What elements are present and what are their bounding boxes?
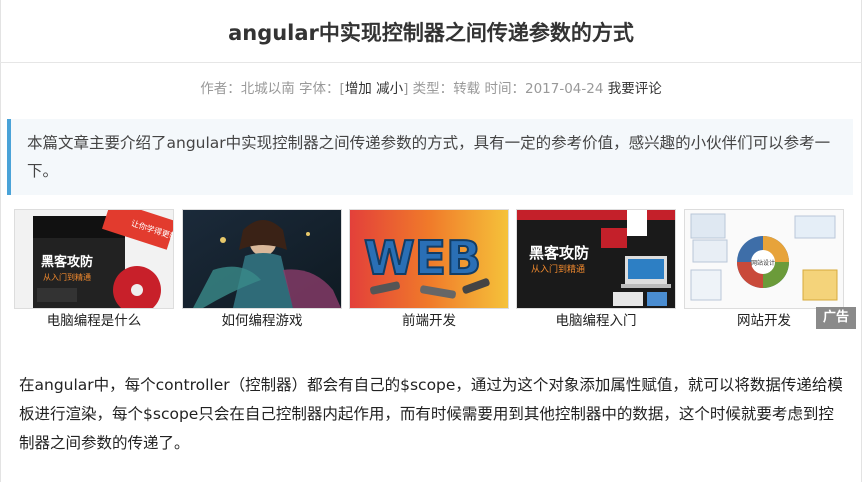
article-meta: 作者：北城以南 字体：[增加 减小] 类型：转载 时间：2017-04-24 我… bbox=[0, 77, 862, 97]
time-label: 时间： bbox=[480, 81, 525, 97]
ad-item[interactable]: 黑客攻防 从入门到精通 电脑编程入门 bbox=[516, 209, 676, 331]
ad-thumbnail-image[interactable]: 让你学得更轻松 黑客攻防 从入门到精通 bbox=[14, 209, 174, 309]
ad-thumbnail-image[interactable]: 黑客攻防 从入门到精通 bbox=[516, 209, 676, 309]
web-3d-text-image: WEB bbox=[350, 210, 508, 308]
ad-caption[interactable]: 如何编程游戏 bbox=[182, 311, 342, 331]
ad-thumbnail-image[interactable]: WEB bbox=[349, 209, 509, 309]
ad-caption[interactable]: 电脑编程入门 bbox=[516, 311, 676, 331]
font-label: 字体：[ bbox=[294, 81, 345, 97]
type-label: 类型： bbox=[408, 81, 454, 97]
publish-date: 2017-04-24 bbox=[524, 81, 604, 97]
ad-item[interactable]: WEB 前端开发 bbox=[349, 209, 509, 331]
font-decrease-link[interactable]: 减小 bbox=[376, 81, 403, 97]
ad-thumbnail-image[interactable] bbox=[182, 209, 342, 309]
hacker-book-image: 黑客攻防 从入门到精通 bbox=[517, 210, 675, 308]
article-type: 转载 bbox=[453, 81, 481, 97]
game-character-image bbox=[183, 210, 341, 308]
author-label: 作者： bbox=[200, 81, 241, 97]
book-cover-image: 让你学得更轻松 黑客攻防 从入门到精通 bbox=[15, 210, 173, 308]
diagram-center-text: 网站设计 bbox=[751, 259, 775, 267]
ad-item[interactable]: 让你学得更轻松 黑客攻防 从入门到精通 电脑编程是什么 bbox=[14, 209, 174, 331]
font-increase-link[interactable]: 增加 bbox=[345, 81, 372, 97]
ad-badge[interactable]: 广告 bbox=[816, 307, 856, 329]
article-title: angular中实现控制器之间传递参数的方式 bbox=[0, 0, 862, 63]
cover-title-text: 黑客攻防 bbox=[41, 254, 93, 270]
summary-text: 本篇文章主要介绍了angular中实现控制器之间传递参数的方式，具有一定的参考价… bbox=[27, 134, 831, 180]
article-summary: 本篇文章主要介绍了angular中实现控制器之间传递参数的方式，具有一定的参考价… bbox=[7, 119, 853, 195]
author-name: 北城以南 bbox=[240, 81, 295, 97]
article-paragraph: 在angular中，每个controller（控制器）都会有自己的$scope，… bbox=[19, 376, 843, 452]
book-title-text: 黑客攻防 bbox=[529, 244, 589, 262]
ad-caption[interactable]: 电脑编程是什么 bbox=[14, 311, 174, 331]
ad-item[interactable]: 如何编程游戏 bbox=[182, 209, 342, 331]
website-design-diagram-image: 网站设计 bbox=[685, 210, 843, 308]
web-art-text: WEB bbox=[364, 231, 481, 285]
comment-link[interactable]: 我要评论 bbox=[608, 81, 662, 97]
book-subtitle-text: 从入门到精通 bbox=[531, 263, 585, 275]
ad-caption[interactable]: 前端开发 bbox=[349, 311, 509, 331]
cover-subtitle-text: 从入门到精通 bbox=[43, 272, 91, 282]
ad-thumbnail-image[interactable]: 网站设计 bbox=[684, 209, 844, 309]
ad-thumbnail-row: 让你学得更轻松 黑客攻防 从入门到精通 电脑编程是什么 如何编程游戏 WEB 前… bbox=[14, 209, 856, 334]
